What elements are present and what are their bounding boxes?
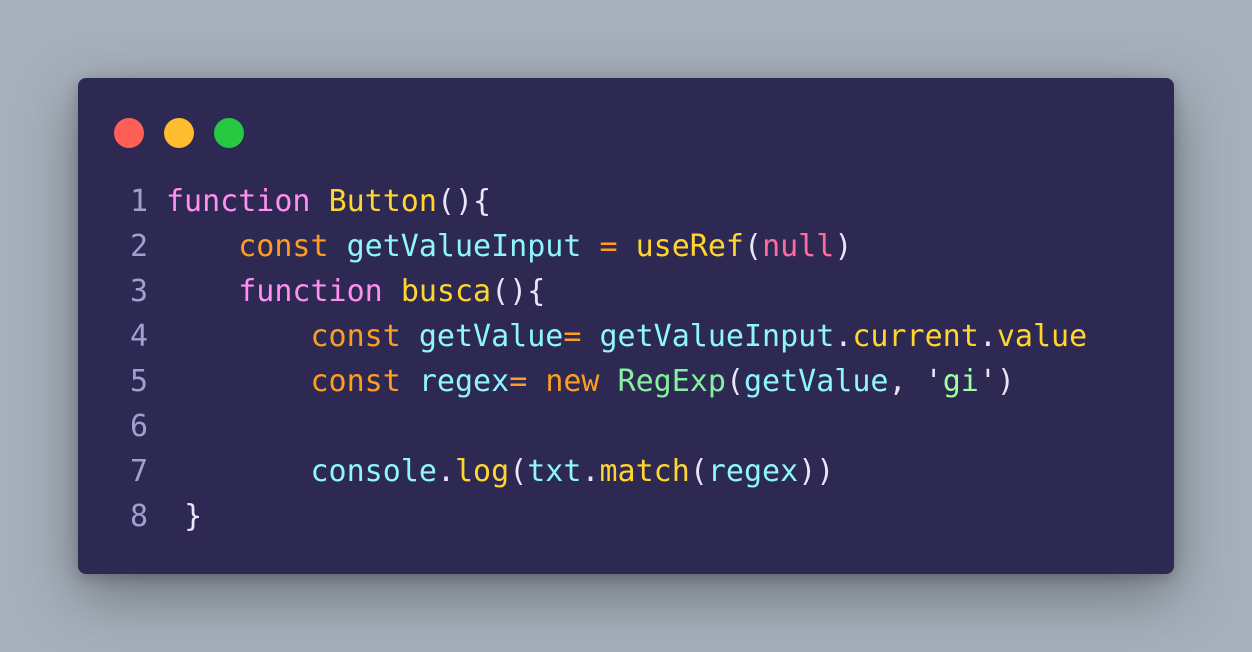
line-code: const getValue= getValueInput.current.va… [166,314,1088,359]
code-token: ( [509,454,528,489]
code-token: getValueInput [599,319,835,354]
line-number: 6 [129,409,148,444]
code-token: busca [400,274,492,309]
code-token: log [455,454,510,489]
code-token: regex [418,364,510,399]
code-token: regex [707,454,799,489]
code-token: const [310,364,401,399]
code-token: ( [725,364,744,399]
line-number: 2 [129,229,148,264]
code-token: (){ [491,274,546,309]
code-token: function [238,274,383,309]
code-token: current [852,319,979,354]
code-token: } [184,499,203,534]
code-token: RegExp [617,364,726,399]
code-token: ( [689,454,708,489]
code-token: ) [834,229,853,264]
line-code: const regex= new RegExp(getValue, 'gi') [166,359,1015,404]
line-number: 5 [129,364,148,399]
code-token: null [762,229,835,264]
close-dot[interactable] [114,118,144,148]
window-controls [114,118,244,148]
code-line: 1 function Button(){ [78,179,1174,224]
code-token: )) [798,454,835,489]
code-window: 1 function Button(){2 const getValueInput… [78,78,1174,574]
code-token: , [888,364,925,399]
code-token: . [436,454,455,489]
code-token: getValue [744,364,889,399]
code-token: = [509,364,546,399]
code-line: 5 const regex= new RegExp(getValue, 'gi'… [78,359,1174,404]
line-number: 3 [129,274,148,309]
line-code: function Button(){ [166,179,491,224]
code-token: txt [527,454,582,489]
code-token: gi [942,364,979,399]
line-number: 8 [129,499,148,534]
line-code: function busca(){ [166,269,545,314]
code-token: . [834,319,853,354]
code-token: getValue [418,319,564,354]
code-token: match [599,454,690,489]
line-number: 1 [129,184,148,219]
line-number: 7 [129,454,148,489]
code-token: const [310,319,401,354]
code-token: function [166,184,311,219]
code-token: const [238,229,329,264]
code-token: getValueInput [346,229,582,264]
code-token: = [563,319,600,354]
code-line: 6 [78,404,1174,449]
code-token: . [978,319,997,354]
code-line: 3 function busca(){ [78,269,1174,314]
code-line: 4 const getValue= getValueInput.current.… [78,314,1174,359]
code-line: 2 const getValueInput = useRef(null) [78,224,1174,269]
code-token: . [581,454,600,489]
line-code: } [166,494,202,539]
code-token: console [310,454,437,489]
minimize-dot[interactable] [164,118,194,148]
code-token: (){ [436,184,492,219]
code-token: ' [978,364,997,399]
code-token: ) [996,364,1015,399]
line-code: const getValueInput = useRef(null) [166,224,852,269]
code-block: 1 function Button(){2 const getValueInput… [78,179,1174,539]
line-number: 4 [129,319,148,354]
code-token: ' [924,364,943,399]
line-code: console.log(txt.match(regex)) [166,449,835,494]
maximize-dot[interactable] [214,118,244,148]
code-token: new [545,364,600,399]
code-token: value [996,319,1088,354]
code-token: useRef [635,229,744,264]
code-token: ( [744,229,763,264]
code-token: Button [328,184,437,219]
code-token: = [581,229,636,264]
code-line: 8 } [78,494,1174,539]
code-line: 7 console.log(txt.match(regex)) [78,449,1174,494]
